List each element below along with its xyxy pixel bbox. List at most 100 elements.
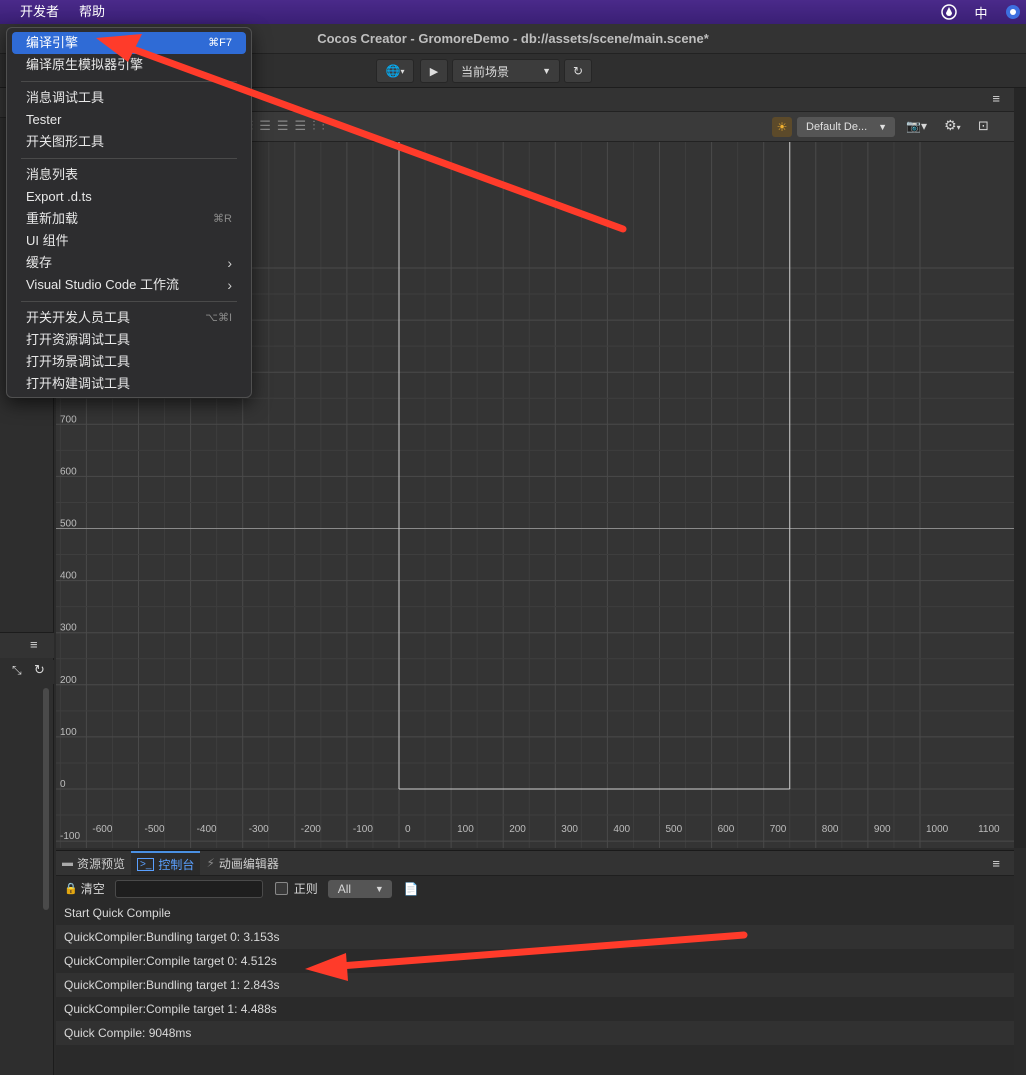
x-tick-label: -600 [92,824,112,835]
x-tick-label: -400 [197,824,217,835]
menu-item[interactable]: UI 组件 [12,230,246,252]
menu-item-shortcut: ⌘R [213,213,232,225]
log-entry[interactable]: QuickCompiler:Bundling target 0: 3.153s [56,925,1014,949]
system-menubar: 开发者 帮助 中 [0,0,1026,24]
lock-icon: 🔒 [64,883,78,895]
x-tick-label: -500 [145,824,165,835]
menu-item[interactable]: Export .d.ts [12,186,246,208]
y-tick-label: 300 [60,623,77,634]
maximize-icon[interactable]: ⊡ [978,118,989,134]
menu-item[interactable]: 打开场景调试工具 [12,351,246,373]
log-entry[interactable]: Start Quick Compile [56,901,1014,925]
menu-item-label: 打开构建调试工具 [26,376,131,391]
refresh-button[interactable]: ↻ [564,59,592,83]
tab-assets-preview[interactable]: ▬ 资源预览 [56,851,131,875]
y-tick-label: 700 [60,414,77,425]
log-entry[interactable]: Quick Compile: 9048ms [56,1021,1014,1045]
menu-icon[interactable]: ≡ [992,856,1000,871]
collapse-icon[interactable]: ⤡ [12,663,22,678]
layout-dropdown[interactable]: Default De... ▼ [797,117,895,137]
console-toolbar: 🔒 清空 正则 All ▼ 📄 [56,876,1014,901]
menu-separator [21,158,237,159]
menu-item[interactable]: 消息列表 [12,164,246,186]
clear-button[interactable]: 🔒 清空 [64,880,105,897]
scene-select[interactable]: 当前场景 ▼ [452,59,560,83]
menu-item[interactable]: 编译原生模拟器引擎 [12,54,246,76]
console-panel: ▬ 资源预览 >_ 控制台 ⚡ 动画编辑器 ≡ 🔒 清空 正则 All ▼ 📄 … [56,850,1014,1075]
menu-item-shortcut: ⌘F7 [208,37,232,49]
menu-item-label: 编译原生模拟器引擎 [26,57,144,72]
scrollbar[interactable] [43,688,49,910]
y-tick-label: 0 [60,779,66,790]
status-app-icon[interactable] [1004,3,1022,21]
menu-item-label: 消息调试工具 [26,90,105,105]
regex-label: 正则 [293,882,318,896]
y-tick-label: 600 [60,466,77,477]
menu-item-label: 消息列表 [26,167,79,182]
globe-icon: 🌐 [385,64,401,78]
console-tabs: ▬ 资源预览 >_ 控制台 ⚡ 动画编辑器 ≡ [56,851,1014,876]
regex-checkbox[interactable] [274,882,288,895]
light-toggle-icon[interactable]: ☀ [772,117,792,137]
menu-item-label: UI 组件 [26,233,69,248]
tab-animation-editor[interactable]: ⚡ 动画编辑器 [200,851,284,875]
menu-item[interactable]: 打开资源调试工具 [12,329,246,351]
console-filter-input[interactable] [114,879,263,898]
menu-item-label: 重新加载 [26,211,79,226]
folder-icon: ▬ [62,857,73,869]
log-entry[interactable]: QuickCompiler:Bundling target 1: 2.843s [56,973,1014,997]
animation-icon: ⚡ [206,856,215,870]
menu-separator [21,301,237,302]
chevron-right-icon: › [227,255,232,271]
menu-item-label: Tester [26,112,62,127]
menu-item[interactable]: 打开构建调试工具 [12,373,246,395]
platform-button[interactable]: 🌐 ▾ [376,59,414,83]
caret-down-icon: ▼ [542,66,551,76]
menu-item[interactable]: 消息调试工具 [12,87,246,109]
y-tick-label: 400 [60,571,77,582]
menubar-developer[interactable]: 开发者 [0,0,69,24]
chevron-right-icon: › [227,277,232,293]
align-tools-icon[interactable]: ⫶☰☰☰⫶⫶ [250,118,331,134]
refresh-icon[interactable]: ↻ [34,662,45,678]
layout-dropdown-value: Default De... [806,121,868,133]
x-tick-label: 1100 [978,824,1000,835]
x-tick-label: 0 [405,824,411,835]
x-tick-label: -300 [249,824,269,835]
y-tick-label: 200 [60,675,77,686]
scene-select-value: 当前场景 [461,64,510,79]
menu-item-label: 开关图形工具 [26,134,105,149]
x-tick-label: -100 [353,824,373,835]
droplet-icon[interactable] [940,3,958,21]
menu-item[interactable]: 缓存 › [12,252,246,274]
menu-item[interactable]: Visual Studio Code 工作流 › [12,274,246,296]
tab-console[interactable]: >_ 控制台 [131,851,201,875]
document-icon[interactable]: 📄 [404,882,419,896]
menu-item-label: 打开场景调试工具 [26,354,131,369]
menu-item[interactable]: 开关开发人员工具 ⌥⌘I [12,307,246,329]
menu-item[interactable]: Tester [12,109,246,131]
log-entry[interactable]: QuickCompiler:Compile target 1: 4.488s [56,997,1014,1021]
menu-icon[interactable]: ≡ [30,637,38,652]
hierarchy-header: ≡ [0,632,54,658]
log-entry[interactable]: QuickCompiler:Compile target 0: 4.512s [56,949,1014,973]
menu-icon[interactable]: ≡ [992,91,1000,106]
menubar-help[interactable]: 帮助 [69,0,115,24]
menu-separator [21,81,237,82]
y-tick-label: 500 [60,519,77,530]
x-tick-label: 800 [822,824,839,835]
menu-item[interactable]: 重新加载 ⌘R [12,208,246,230]
y-tick-label: 100 [60,727,77,738]
x-tick-label: 200 [509,824,526,835]
log-level-select[interactable]: All ▼ [327,879,392,898]
menu-item[interactable]: 编译引擎 ⌘F7 [12,32,246,54]
gear-icon[interactable]: ⚙▾ [944,117,961,134]
camera-icon[interactable]: 📷▾ [906,119,927,133]
play-button[interactable]: ▶ [420,59,448,83]
input-method-indicator[interactable]: 中 [972,3,990,21]
y-tick-label: -100 [60,831,80,842]
x-tick-label: 900 [874,824,891,835]
caret-down-icon: ▼ [374,883,384,894]
menu-item[interactable]: 开关图形工具 [12,131,246,153]
caret-down-icon: ▼ [878,122,887,132]
